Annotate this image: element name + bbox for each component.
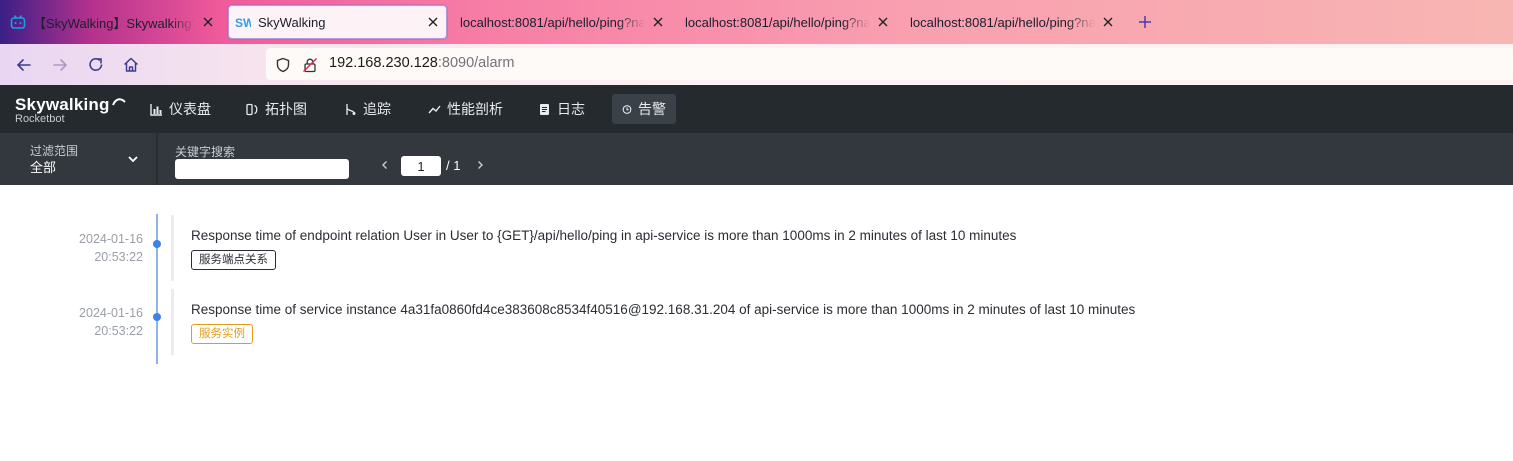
- svg-text:SW: SW: [235, 16, 251, 30]
- page-total: / 1: [446, 158, 461, 173]
- alarm-date: 2024-01-16: [79, 232, 143, 246]
- alarm-timestamp: 2024-01-16 20:53:22: [40, 304, 143, 340]
- trace-icon: [346, 103, 356, 115]
- menu-label: 告警: [638, 101, 666, 117]
- close-icon[interactable]: [426, 15, 440, 29]
- logo-text: Skywalking: [15, 95, 110, 114]
- new-tab-icon[interactable]: [1137, 14, 1153, 30]
- keyword-search-input[interactable]: [175, 159, 349, 179]
- alarm-timestamp: 2024-01-16 20:53:22: [40, 230, 143, 266]
- tab-title: 【SkyWalking】Skywalking安: [33, 15, 195, 31]
- alarm-time: 20:53:22: [94, 324, 143, 338]
- tab-title: localhost:8081/api/hello/ping?na: [685, 14, 870, 30]
- chevron-down-icon[interactable]: [127, 153, 139, 165]
- dashboard-icon: [150, 103, 162, 116]
- search-label: 关键字搜索: [175, 145, 236, 159]
- alarm-icon: [622, 104, 632, 114]
- log-icon: [540, 103, 549, 115]
- alarm-scope-tag: 服务实例: [191, 324, 253, 344]
- url-path: :8090/alarm: [437, 55, 515, 71]
- topology-icon: [246, 103, 258, 115]
- menu-profile[interactable]: 性能剖析: [418, 94, 513, 124]
- menu-log[interactable]: 日志: [528, 94, 595, 124]
- logo-wave-icon: [111, 98, 126, 106]
- close-icon[interactable]: [1101, 15, 1115, 29]
- forward-icon[interactable]: [50, 55, 70, 75]
- menu-label: 性能剖析: [447, 101, 503, 117]
- url-text[interactable]: 192.168.230.128:8090/alarm: [329, 55, 514, 71]
- page-number-input[interactable]: [401, 156, 441, 176]
- skywalking-favicon-icon: SW: [235, 16, 251, 30]
- browser-tab-1[interactable]: 【SkyWalking】Skywalking安: [10, 5, 215, 39]
- close-icon[interactable]: [651, 15, 665, 29]
- address-bar[interactable]: 192.168.230.128:8090/alarm: [266, 48, 1513, 80]
- alarm-card[interactable]: Response time of service instance 4a31fa…: [171, 289, 1513, 355]
- profile-icon: [428, 105, 441, 113]
- back-icon[interactable]: [14, 55, 34, 75]
- timeline-dot: [153, 240, 161, 248]
- browser-tab-bar: 【SkyWalking】Skywalking安 SW SkyWalking lo…: [0, 0, 1513, 44]
- alarm-card[interactable]: Response time of endpoint relation User …: [171, 215, 1513, 281]
- scope-select[interactable]: 过滤范围 全部: [0, 133, 158, 185]
- menu-label: 追踪: [363, 101, 391, 117]
- alarm-scope-tag: 服务端点关系: [191, 250, 276, 270]
- tab-title: localhost:8081/api/hello/ping?na: [460, 14, 645, 30]
- url-host: 192.168.230.128: [329, 55, 438, 71]
- browser-tab-4[interactable]: localhost:8081/api/hello/ping?na: [685, 5, 890, 39]
- browser-tab-5[interactable]: localhost:8081/api/hello/ping?na: [910, 5, 1115, 39]
- alarm-time: 20:53:22: [94, 250, 143, 264]
- browser-tab-3[interactable]: localhost:8081/api/hello/ping?na: [460, 5, 665, 39]
- logo-main: Skywalking: [15, 95, 126, 115]
- reload-icon[interactable]: [86, 55, 106, 75]
- logo[interactable]: Skywalking Rocketbot: [15, 95, 126, 125]
- menu-label: 日志: [557, 101, 585, 117]
- menu-label: 仪表盘: [169, 101, 211, 117]
- filter-toolbar: 过滤范围 全部 关键字搜索 / 1: [0, 133, 1513, 185]
- menu-topology[interactable]: 拓扑图: [236, 94, 317, 124]
- menu-dashboard[interactable]: 仪表盘: [140, 94, 221, 124]
- tab-title: localhost:8081/api/hello/ping?na: [910, 14, 1095, 30]
- close-icon[interactable]: [201, 15, 215, 29]
- alarm-item[interactable]: 2024-01-16 20:53:22 Response time of end…: [0, 215, 1513, 285]
- app-header: Skywalking Rocketbot 仪表盘 拓扑图 追踪 性能剖析 日志 …: [0, 85, 1513, 133]
- insecure-lock-icon[interactable]: [302, 57, 318, 73]
- alarm-date: 2024-01-16: [79, 306, 143, 320]
- alarm-message: Response time of service instance 4a31fa…: [191, 302, 1136, 317]
- menu-alarm[interactable]: 告警: [612, 94, 676, 124]
- chevron-left-icon[interactable]: [380, 160, 390, 170]
- menu-trace[interactable]: 追踪: [334, 94, 401, 124]
- timeline-dot: [153, 313, 161, 321]
- bilibili-icon: [10, 15, 26, 29]
- shield-icon[interactable]: [275, 57, 291, 73]
- scope-value: 全部: [30, 160, 57, 175]
- tab-title: SkyWalking: [258, 14, 326, 30]
- home-icon[interactable]: [121, 55, 141, 75]
- alarm-message: Response time of endpoint relation User …: [191, 228, 1017, 243]
- chevron-right-icon[interactable]: [475, 160, 485, 170]
- close-icon[interactable]: [876, 15, 890, 29]
- menu-label: 拓扑图: [265, 101, 307, 117]
- browser-tab-2[interactable]: SW SkyWalking: [228, 5, 447, 39]
- alarm-item[interactable]: 2024-01-16 20:53:22 Response time of ser…: [0, 289, 1513, 359]
